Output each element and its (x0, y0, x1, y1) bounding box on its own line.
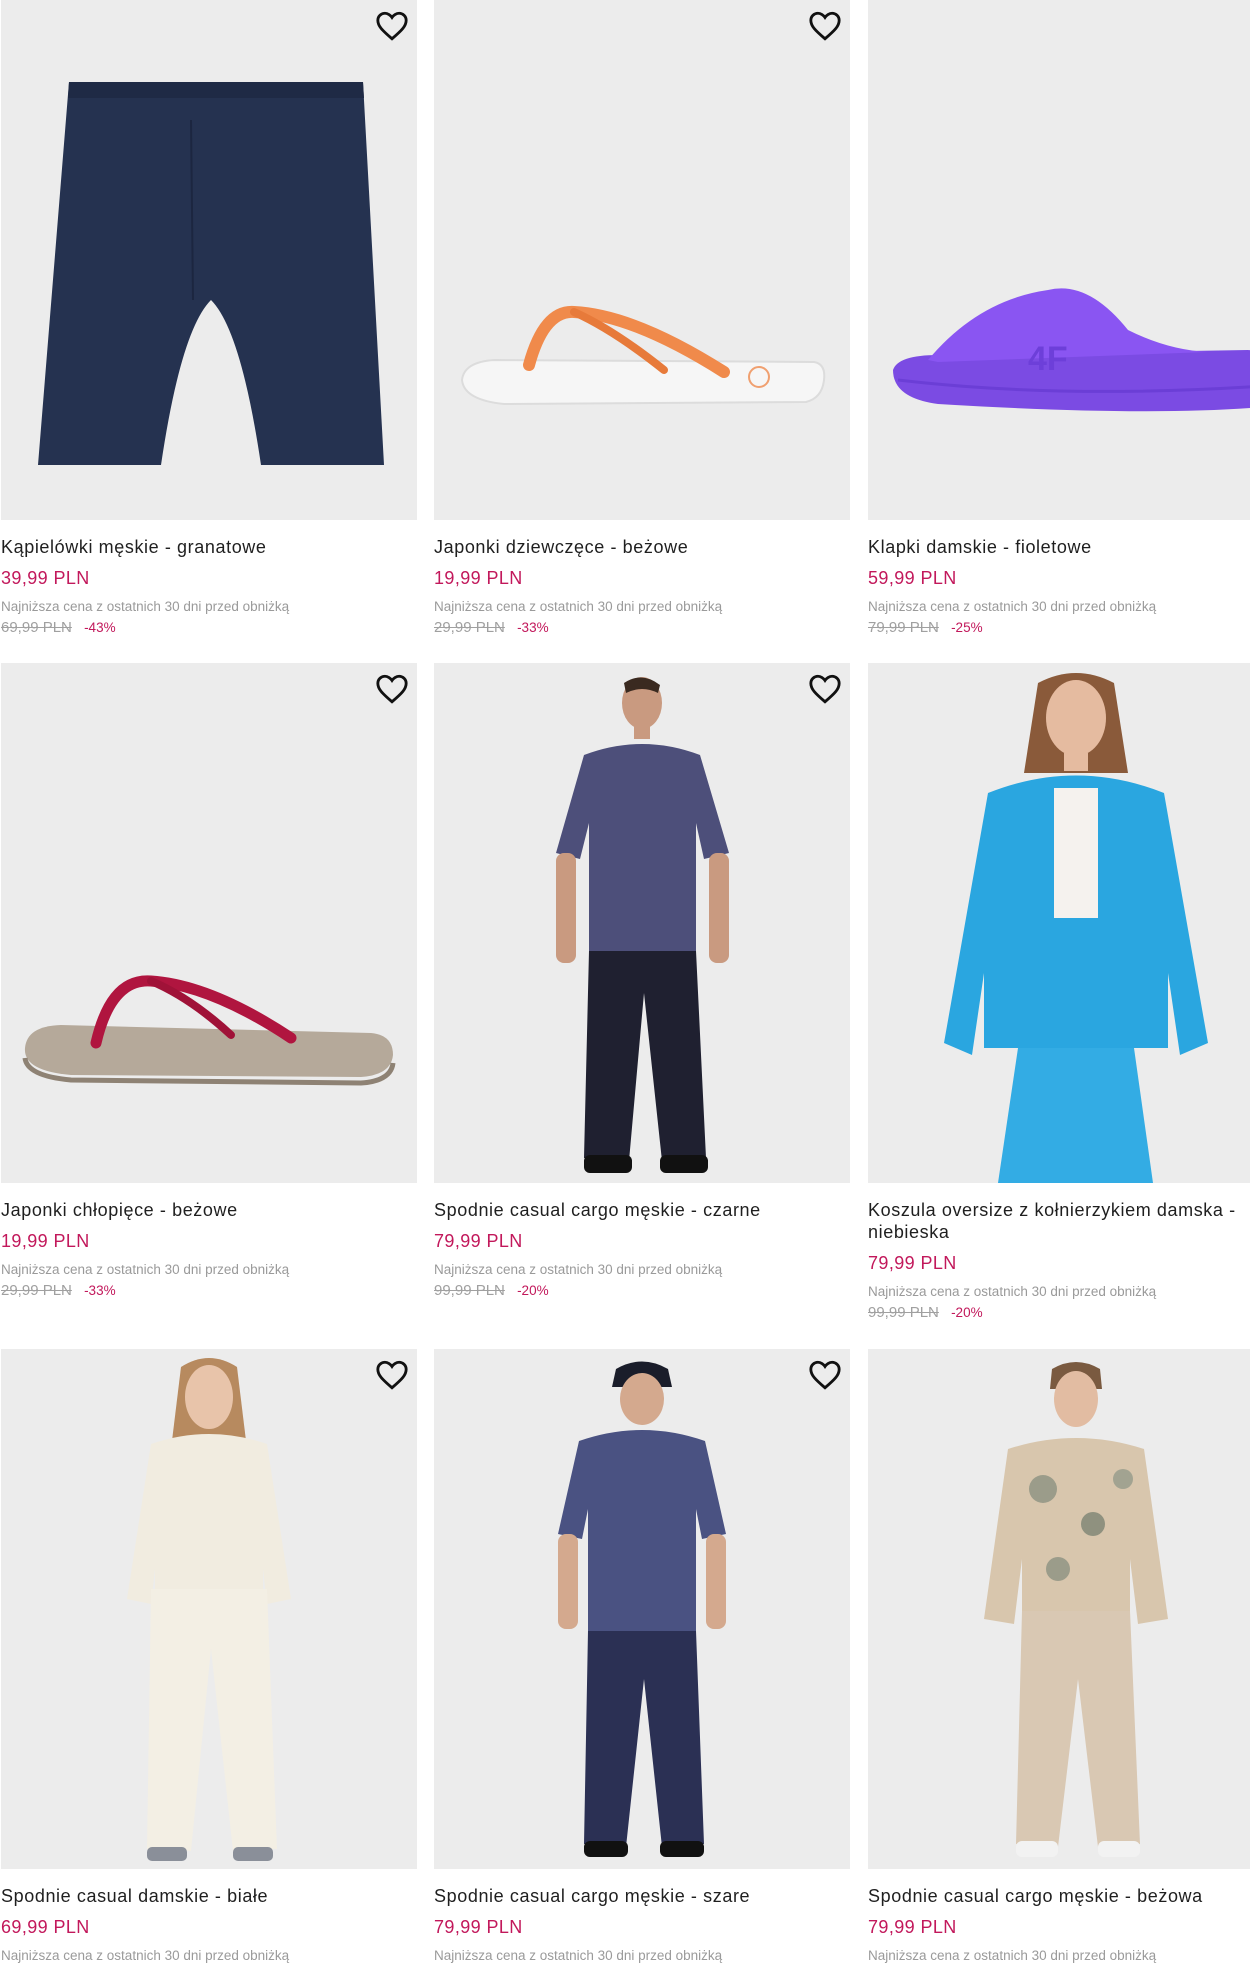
heart-icon[interactable] (808, 1359, 842, 1391)
product-price: 79,99 PLN (434, 1917, 523, 1937)
discount-badge: -33% (84, 1283, 116, 1298)
heart-icon[interactable] (808, 673, 842, 705)
product-image[interactable] (1, 0, 417, 520)
old-price: 99,99 PLN (868, 1304, 939, 1321)
product-name[interactable]: Spodnie casual damskie - białe (1, 1885, 417, 1907)
product-card[interactable]: Japonki chłopięce - beżowe 19,99 PLN Naj… (1, 663, 417, 1300)
product-card[interactable]: 4F Klapki damskie - fioletowe 59,99 PLN … (868, 0, 1250, 637)
product-image[interactable] (434, 663, 850, 1183)
model-blue-shirt-image (944, 673, 1208, 1183)
lowest-price-note: Najniższa cena z ostatnich 30 dni przed … (434, 1262, 723, 1277)
model-grey-cargo-image (558, 1361, 726, 1857)
product-image[interactable] (868, 663, 1250, 1183)
product-card[interactable]: Spodnie casual cargo męskie - czarne 79,… (434, 663, 850, 1300)
product-price: 69,99 PLN (1, 1917, 90, 1937)
product-card[interactable]: Spodnie casual cargo męskie - beżowa 79,… (868, 1349, 1250, 1964)
product-price: 79,99 PLN (434, 1231, 523, 1251)
old-price-row: 79,99 PLN -25% (868, 619, 1250, 637)
product-price: 19,99 PLN (434, 568, 523, 588)
product-card[interactable]: Kąpielówki męskie - granatowe 39,99 PLN … (1, 0, 417, 637)
heart-icon[interactable] (808, 10, 842, 42)
old-price: 79,99 PLN (868, 619, 939, 636)
lowest-price-note: Najniższa cena z ostatnich 30 dni przed … (434, 1948, 723, 1963)
lowest-price-note: Najniższa cena z ostatnich 30 dni przed … (868, 1948, 1157, 1963)
heart-icon[interactable] (375, 1359, 409, 1391)
old-price-row: 29,99 PLN -33% (1, 1282, 417, 1300)
product-card[interactable]: Japonki dziewczęce - beżowe 19,99 PLN Na… (434, 0, 850, 637)
lowest-price-note: Najniższa cena z ostatnich 30 dni przed … (1, 1262, 290, 1277)
product-name[interactable]: Klapki damskie - fioletowe (868, 536, 1250, 558)
slide-sandal-image: 4F (893, 288, 1250, 412)
product-name[interactable]: Spodnie casual cargo męskie - czarne (434, 1199, 850, 1221)
product-image[interactable] (868, 1349, 1250, 1869)
heart-icon[interactable] (375, 10, 409, 42)
product-image[interactable] (1, 1349, 417, 1869)
product-name[interactable]: Kąpielówki męskie - granatowe (1, 536, 417, 558)
old-price-row: 99,99 PLN -20% (434, 1282, 850, 1300)
lowest-price-note: Najniższa cena z ostatnich 30 dni przed … (434, 599, 723, 614)
discount-badge: -20% (951, 1305, 983, 1320)
product-card[interactable]: Spodnie casual cargo męskie - szare 79,9… (434, 1349, 850, 1964)
svg-text:4F: 4F (1028, 340, 1068, 378)
old-price: 69,99 PLN (1, 619, 72, 636)
lowest-price-note: Najniższa cena z ostatnich 30 dni przed … (868, 1284, 1157, 1299)
lowest-price-note: Najniższa cena z ostatnich 30 dni przed … (1, 599, 290, 614)
swim-trunks-image (38, 82, 384, 465)
old-price-row: 29,99 PLN -33% (434, 619, 850, 637)
product-card[interactable]: Spodnie casual damskie - białe 69,99 PLN… (1, 1349, 417, 1964)
product-name[interactable]: Japonki dziewczęce - beżowe (434, 536, 850, 558)
product-name[interactable]: Spodnie casual cargo męskie - beżowa (868, 1885, 1250, 1907)
model-beige-cargo-image (984, 1362, 1168, 1857)
model-white-trousers-image (127, 1358, 291, 1861)
discount-badge: -43% (84, 620, 116, 635)
discount-badge: -33% (517, 620, 549, 635)
old-price: 29,99 PLN (434, 619, 505, 636)
discount-badge: -25% (951, 620, 983, 635)
lowest-price-note: Najniższa cena z ostatnich 30 dni przed … (868, 599, 1157, 614)
product-name[interactable]: Japonki chłopięce - beżowe (1, 1199, 417, 1221)
product-image[interactable]: 4F (868, 0, 1250, 520)
flip-flop-image (460, 305, 826, 406)
product-price: 39,99 PLN (1, 568, 90, 588)
product-price: 59,99 PLN (868, 568, 957, 588)
old-price-row: 69,99 PLN -43% (1, 619, 417, 637)
product-name[interactable]: Spodnie casual cargo męskie - szare (434, 1885, 850, 1907)
discount-badge: -20% (517, 1283, 549, 1298)
product-name[interactable]: Koszula oversize z kołnierzykiem damska … (868, 1199, 1250, 1243)
old-price: 99,99 PLN (434, 1282, 505, 1299)
product-image[interactable] (1, 663, 417, 1183)
product-image[interactable] (434, 1349, 850, 1869)
old-price: 29,99 PLN (1, 1282, 72, 1299)
product-grid: Kąpielówki męskie - granatowe 39,99 PLN … (0, 0, 1250, 1971)
lowest-price-note: Najniższa cena z ostatnich 30 dni przed … (1, 1948, 290, 1963)
model-black-cargo-image (556, 677, 729, 1173)
old-price-row: 99,99 PLN -20% (868, 1304, 1250, 1322)
flip-flop-image (22, 975, 396, 1086)
product-card[interactable]: Koszula oversize z kołnierzykiem damska … (868, 663, 1250, 1322)
product-image[interactable] (434, 0, 850, 520)
product-price: 19,99 PLN (1, 1231, 90, 1251)
product-price: 79,99 PLN (868, 1253, 957, 1273)
heart-icon[interactable] (375, 673, 409, 705)
product-price: 79,99 PLN (868, 1917, 957, 1937)
